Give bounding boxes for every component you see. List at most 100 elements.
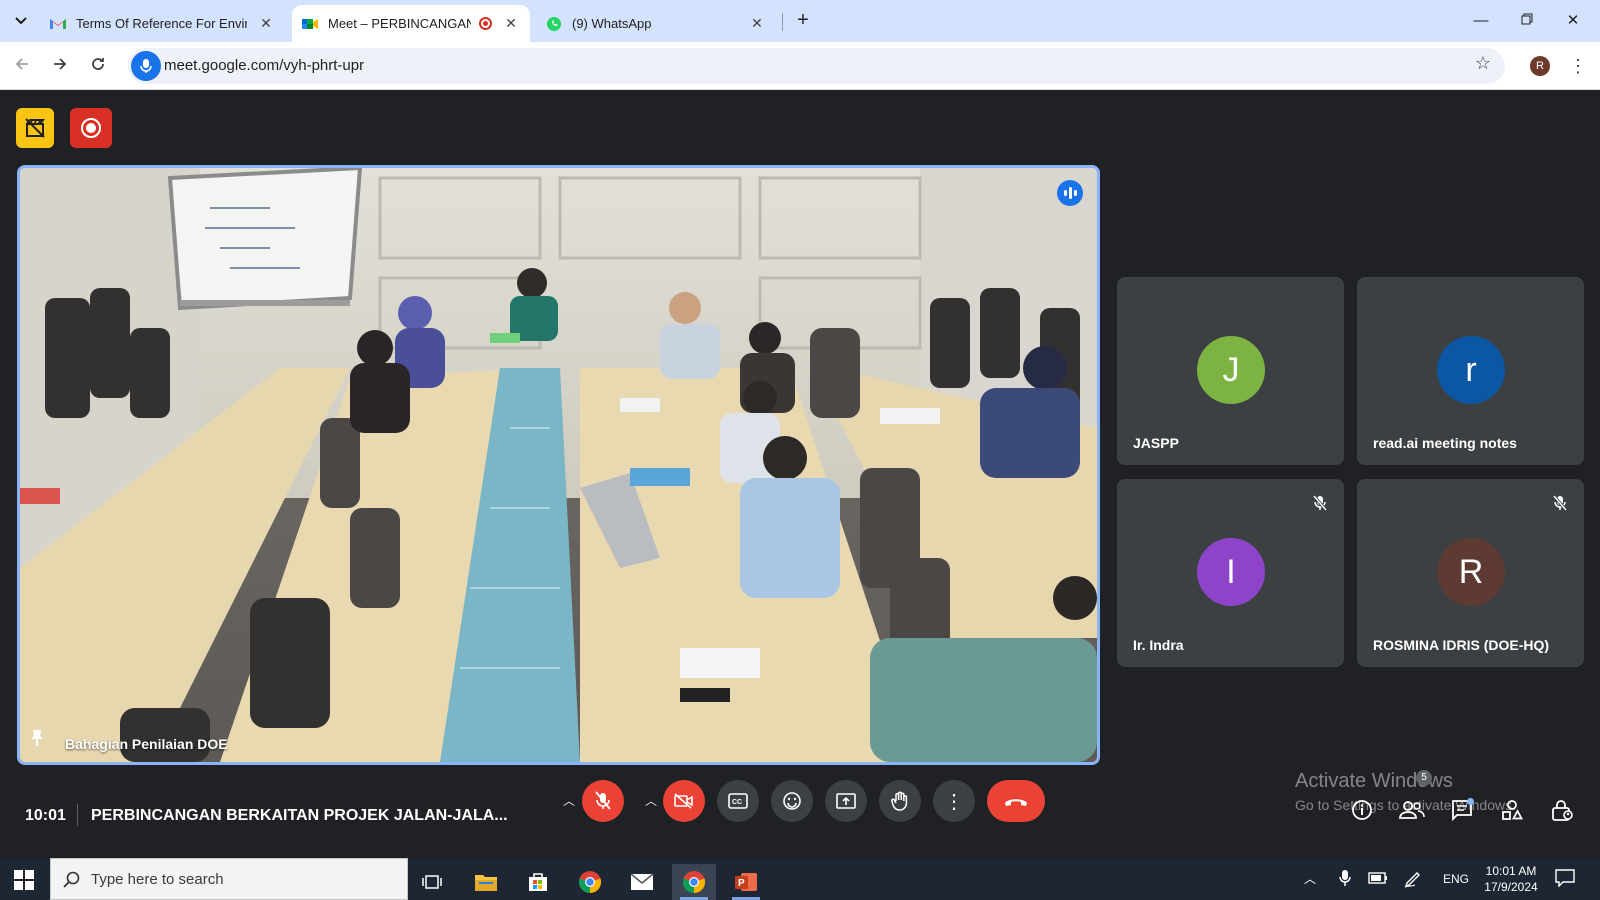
record-icon (81, 118, 101, 138)
microsoft-store-button[interactable] (516, 864, 560, 900)
present-screen-icon (836, 793, 856, 809)
tab-meet[interactable]: Meet – PERBINCANGAN BE ✕ (292, 5, 530, 42)
captions-button[interactable]: CC (717, 780, 759, 822)
participant-tile[interactable]: I Ir. Indra (1117, 479, 1344, 667)
present-screen-button[interactable] (825, 780, 867, 822)
microphone-in-use-icon[interactable] (131, 51, 161, 81)
reactions-button[interactable] (771, 780, 813, 822)
mic-off-icon (595, 791, 611, 810)
browser-menu-button[interactable]: ⋮ (1568, 52, 1588, 80)
no-video-recording-badge[interactable] (16, 108, 54, 148)
leave-call-button[interactable] (987, 780, 1045, 822)
taskbar-search-box[interactable]: Type here to search (50, 858, 408, 900)
people-icon (1399, 801, 1425, 819)
arrow-right-icon (54, 58, 67, 70)
address-bar[interactable]: meet.google.com/vyh-phrt-upr ☆ (128, 48, 1505, 84)
pin-icon (30, 729, 44, 752)
chrome-active-window-button[interactable] (672, 864, 716, 900)
participant-count-badge: 5 (1416, 770, 1432, 786)
notifications-icon[interactable] (1555, 869, 1575, 890)
avatar: R (1437, 538, 1505, 606)
tab-search-button[interactable] (8, 9, 34, 33)
pinned-participant-name: Bahagian Penilaian DOE (65, 736, 228, 752)
chrome-taskbar-button[interactable] (568, 864, 612, 900)
avatar: r (1437, 336, 1505, 404)
whatsapp-icon (546, 16, 562, 32)
hang-up-icon (1005, 799, 1027, 806)
pen-tray-icon[interactable] (1404, 870, 1422, 891)
chrome-icon (578, 871, 602, 894)
activities-button[interactable] (1497, 795, 1527, 825)
participant-name: JASPP (1133, 435, 1179, 451)
mail-button[interactable] (620, 864, 664, 900)
powerpoint-button[interactable]: P (724, 864, 768, 900)
url-text: meet.google.com/vyh-phrt-upr (164, 57, 365, 74)
restore-button[interactable] (1504, 8, 1550, 34)
audio-options-chevron-up-icon[interactable]: ︿ (560, 792, 578, 810)
folder-icon (475, 875, 497, 891)
tab-close-icon[interactable]: ✕ (257, 15, 275, 32)
tab-close-icon[interactable]: ✕ (748, 15, 766, 32)
microphone-tray-icon[interactable] (1339, 869, 1351, 890)
bookmark-star-icon[interactable]: ☆ (1475, 53, 1491, 74)
tab-close-icon[interactable]: ✕ (502, 15, 520, 32)
people-button[interactable] (1397, 795, 1427, 825)
meeting-details-button[interactable] (1347, 795, 1377, 825)
gmail-icon (50, 16, 66, 32)
participant-tile[interactable]: r read.ai meeting notes (1357, 277, 1584, 465)
browser-tab-strip: Terms Of Reference For Environ ✕ Meet – … (0, 0, 1600, 42)
video-options-chevron-up-icon[interactable]: ︿ (642, 792, 660, 810)
windows-logo-icon (14, 870, 34, 890)
tab-divider (782, 13, 783, 31)
task-view-button[interactable] (410, 864, 454, 900)
lock-person-icon (1552, 800, 1573, 821)
unread-chat-dot (1467, 798, 1474, 805)
battery-icon[interactable] (1368, 871, 1388, 888)
tab-gmail[interactable]: Terms Of Reference For Environ ✕ (40, 5, 285, 42)
participant-name: Ir. Indra (1133, 637, 1184, 653)
search-placeholder: Type here to search (91, 871, 224, 888)
tab-whatsapp[interactable]: (9) WhatsApp ✕ (536, 5, 776, 42)
divider (77, 804, 78, 826)
camera-off-button[interactable] (663, 780, 705, 822)
more-options-button[interactable]: ⋮ (933, 780, 975, 822)
file-explorer-button[interactable] (464, 864, 508, 900)
participant-tile[interactable]: J JASPP (1117, 277, 1344, 465)
minimize-button[interactable]: — (1458, 8, 1504, 34)
raise-hand-button[interactable] (879, 780, 921, 822)
avatar: I (1197, 538, 1265, 606)
recording-badge[interactable] (70, 108, 112, 148)
back-button[interactable] (8, 52, 36, 80)
participant-tile[interactable]: R ROSMINA IDRIS (DOE-HQ) (1357, 479, 1584, 667)
taskbar-clock[interactable]: 10:01 AM 17/9/2024 (1481, 863, 1541, 895)
chrome-icon (682, 871, 706, 894)
meet-icon (302, 16, 318, 32)
meeting-clock: 10:01 (25, 807, 66, 824)
profile-avatar[interactable]: R (1530, 56, 1550, 76)
svg-text:P: P (738, 878, 745, 889)
new-tab-button[interactable]: + (790, 9, 816, 33)
microphone-off-button[interactable] (582, 780, 624, 822)
show-hidden-icons-chevron-up-icon[interactable]: ︿ (1304, 870, 1316, 887)
tab-title: Terms Of Reference For Environ (76, 16, 247, 31)
meet-stage: Bahagian Penilaian DOE J JASPP r read.ai… (0, 90, 1600, 858)
clock-date: 17/9/2024 (1484, 880, 1538, 894)
participant-name: ROSMINA IDRIS (DOE-HQ) (1373, 637, 1550, 653)
task-view-icon (422, 875, 442, 889)
forward-button[interactable] (46, 52, 74, 80)
close-window-button[interactable]: ✕ (1550, 8, 1596, 34)
chevron-down-icon (15, 17, 27, 25)
camera-off-icon (674, 793, 693, 809)
windows-start-button[interactable] (14, 870, 34, 895)
restore-icon (1521, 13, 1533, 25)
host-controls-button[interactable] (1547, 795, 1577, 825)
mail-icon (630, 873, 654, 890)
conference-room-video (20, 168, 1097, 762)
shapes-icon (1502, 800, 1523, 820)
reload-button[interactable] (84, 52, 112, 80)
arrow-left-icon (15, 58, 28, 70)
powerpoint-icon: P (735, 873, 757, 891)
input-language[interactable]: ENG (1443, 872, 1469, 886)
pinned-video-tile[interactable]: Bahagian Penilaian DOE (17, 165, 1100, 765)
closed-captions-icon: CC (728, 793, 748, 809)
